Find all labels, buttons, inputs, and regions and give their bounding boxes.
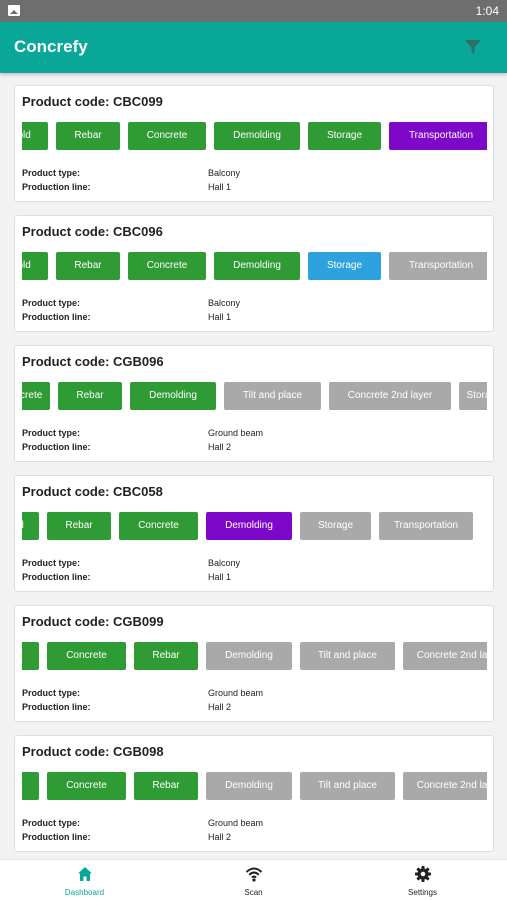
stage-chip-concrete-2nd-layer[interactable]: Concrete 2nd layer (403, 772, 487, 800)
app-title: Concrefy (14, 37, 88, 56)
stage-chip-concrete[interactable]: Concrete (128, 122, 206, 150)
product-type-label: Product type: (22, 298, 81, 308)
nav-label-settings: Settings (408, 888, 437, 897)
stage-chip-concrete-2nd-layer[interactable]: Concrete 2nd layer (329, 382, 451, 410)
stage-strip[interactable]: Concrete Rebar Demolding Tilt and place Conc… (22, 382, 487, 410)
stage-chip-concrete[interactable]: Concrete (119, 512, 198, 540)
product-code: Product code: CGB099 (22, 614, 164, 629)
production-line-value: Hall 1 (208, 572, 232, 582)
product-code: Product code: CBC058 (22, 484, 163, 499)
product-type-label: Product type: (22, 168, 81, 178)
gear-icon (415, 866, 431, 882)
product-code: Product code: CBC096 (22, 224, 163, 239)
nav-label-scan: Scan (244, 888, 263, 897)
stage-strip[interactable]: Mold Rebar Concrete Demolding Storage Transpo… (22, 122, 487, 150)
stage-strip[interactable]: Mold Rebar Concrete Demolding Storage Transpo… (22, 252, 487, 280)
home-icon (78, 867, 92, 881)
stage-chip-mold[interactable]: Mold (22, 252, 48, 280)
production-line-value: Hall 1 (208, 182, 232, 192)
stage-chip-transportation[interactable]: Transportation (379, 512, 473, 540)
product-type-label: Product type: (22, 558, 81, 568)
product-card[interactable]: Product code: CBC096 Mold Rebar Concrete Dem… (14, 215, 494, 332)
stage-chip-storage[interactable]: Storage (308, 252, 381, 280)
stage-chip-transportation[interactable]: Transportation (389, 252, 487, 280)
stage-chip-demolding[interactable]: Demolding (206, 642, 292, 670)
product-card[interactable]: Product code: CBC058 Mold Rebar Concrete Dem… (14, 475, 494, 592)
nav-label-dashboard: Dashboard (64, 888, 105, 897)
status-time: 1:04 (475, 4, 499, 18)
stage-strip[interactable]: Mold Rebar Concrete Demolding Storage Transpo… (22, 512, 487, 540)
product-type-value: Ground beam (208, 688, 264, 698)
stage-chip-storage[interactable]: Storage (308, 122, 381, 150)
stage-chip-transportation[interactable]: Transportation (389, 122, 487, 150)
stage-chip-demolding[interactable]: Demolding (214, 122, 300, 150)
stage-chip-demolding[interactable]: Demolding (214, 252, 300, 280)
stage-chip-mold[interactable]: Mold (22, 772, 39, 800)
stage-strip[interactable]: Mold Concrete Rebar Demolding Tilt and place… (22, 772, 487, 800)
product-code: Product code: CGB098 (22, 744, 164, 759)
stage-chip-demolding[interactable]: Demolding (206, 512, 292, 540)
stage-chip-rebar[interactable]: Rebar (56, 252, 120, 280)
stage-strip[interactable]: Mold Concrete Rebar Demolding Tilt and place… (22, 642, 487, 670)
production-line-value: Hall 2 (208, 442, 232, 452)
product-card[interactable]: Product code: CGB098 Mold Concrete Rebar Dem… (14, 735, 494, 852)
product-code: Product code: CGB096 (22, 354, 164, 369)
status-bar: 1:04 (0, 0, 507, 22)
stage-chip-concrete[interactable]: Concrete (47, 772, 126, 800)
production-line-value: Hall 2 (208, 832, 232, 842)
production-line-label: Production line: (22, 702, 91, 712)
production-line-label: Production line: (22, 832, 91, 842)
production-line-label: Production line: (22, 572, 91, 582)
stage-chip-tilt-and-place[interactable]: Tilt and place (224, 382, 321, 410)
product-type-label: Product type: (22, 818, 81, 828)
product-type-value: Ground beam (208, 818, 264, 828)
product-card[interactable]: Product code: CGB096 Concrete Rebar Demoldi… (14, 345, 494, 462)
stage-chip-storage[interactable]: Storage (459, 382, 487, 410)
product-type-value: Balcony (208, 298, 241, 308)
wifi-icon (245, 867, 263, 882)
production-line-label: Production line: (22, 182, 91, 192)
stage-chip-demolding[interactable]: Demolding (206, 772, 292, 800)
stage-chip-mold[interactable]: Mold (22, 642, 39, 670)
product-card[interactable]: Product code: CBC099 Mold Rebar Concrete Dem… (14, 85, 494, 202)
product-code: Product code: CBC099 (22, 94, 163, 109)
stage-chip-tilt-and-place[interactable]: Tilt and place (300, 772, 395, 800)
production-line-value: Hall 2 (208, 702, 232, 712)
product-list[interactable]: Product code: CBC099 Mold Rebar Concrete Dem… (0, 73, 507, 859)
stage-chip-concrete-2nd-layer[interactable]: Concrete 2nd layer (403, 642, 487, 670)
stage-chip-tilt-and-place[interactable]: Tilt and place (300, 642, 395, 670)
stage-chip-concrete[interactable]: Concrete (128, 252, 206, 280)
production-line-value: Hall 1 (208, 312, 232, 322)
nav-scan[interactable]: Scan (169, 860, 338, 900)
stage-chip-storage[interactable]: Storage (300, 512, 371, 540)
nav-dashboard[interactable]: Dashboard (0, 860, 169, 900)
production-line-label: Production line: (22, 312, 91, 322)
app-bar: Concrefy (0, 22, 507, 73)
stage-chip-rebar[interactable]: Rebar (56, 122, 120, 150)
stage-chip-rebar[interactable]: Rebar (47, 512, 111, 540)
stage-chip-concrete[interactable]: Concrete (22, 382, 50, 410)
stage-chip-rebar[interactable]: Rebar (134, 772, 198, 800)
image-icon (8, 5, 20, 16)
nav-settings[interactable]: Settings (338, 860, 507, 900)
stage-chip-concrete[interactable]: Concrete (47, 642, 126, 670)
product-type-value: Balcony (208, 168, 241, 178)
stage-chip-rebar[interactable]: Rebar (58, 382, 122, 410)
stage-chip-demolding[interactable]: Demolding (130, 382, 216, 410)
filter-icon[interactable] (463, 37, 483, 57)
product-type-label: Product type: (22, 428, 81, 438)
product-type-value: Ground beam (208, 428, 264, 438)
product-type-label: Product type: (22, 688, 81, 698)
production-line-label: Production line: (22, 442, 91, 452)
stage-chip-mold[interactable]: Mold (22, 512, 39, 540)
stage-chip-mold[interactable]: Mold (22, 122, 48, 150)
bottom-navigation: Dashboard Scan Settings (0, 859, 507, 900)
product-card[interactable]: Product code: CGB099 Mold Concrete Rebar Dem… (14, 605, 494, 722)
stage-chip-rebar[interactable]: Rebar (134, 642, 198, 670)
product-type-value: Balcony (208, 558, 241, 568)
